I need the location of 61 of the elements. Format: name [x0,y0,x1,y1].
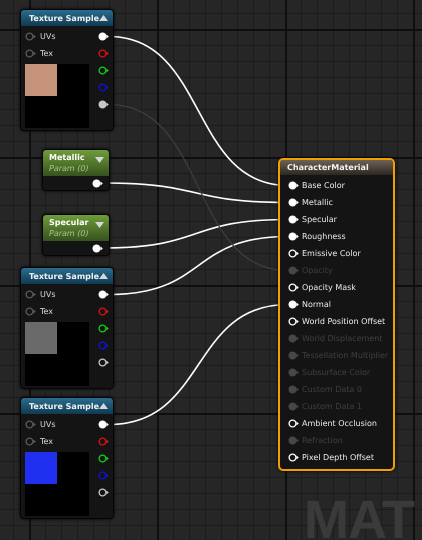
pin-icon[interactable] [98,324,109,333]
expand-icon[interactable] [95,222,104,228]
pin-label: Specular [302,215,337,224]
pin-label: World Position Offset [302,317,386,326]
pin-icon[interactable] [98,32,109,41]
parameter-node[interactable]: Specular Param (0) [42,214,110,256]
collapse-icon[interactable] [99,15,108,21]
pin-icon[interactable] [288,249,299,258]
node-header[interactable]: Texture Sample [21,268,113,284]
pin-icon[interactable] [98,420,109,429]
pin-label: Base Color [302,181,345,190]
pin-icon[interactable] [92,244,103,252]
node-header[interactable]: Texture Sample [21,398,113,414]
pin-label: UVs [40,290,56,299]
node-subtitle: Param (0) [49,229,89,238]
pin-label: Opacity Mask [302,283,356,292]
pin-icon[interactable] [288,232,299,241]
node-title: Texture Sample [29,272,100,280]
pin-label: Ambient Occlusion [302,419,377,428]
pin-icon[interactable] [288,283,299,292]
texture-node[interactable]: Texture Sample UVs Tex [20,397,114,519]
pin-label: Metallic [302,198,333,207]
pin-icon[interactable] [98,358,109,367]
collapse-icon[interactable] [99,273,108,279]
pin-label: Tex [40,437,54,446]
parameter-node[interactable]: Metallic Param (0) [42,149,110,191]
material-node[interactable] [278,158,395,471]
pin-label: UVs [40,420,56,429]
pin-icon[interactable] [288,300,299,309]
pin-icon[interactable] [98,488,109,497]
expand-icon[interactable] [95,157,104,163]
pin-icon[interactable] [98,454,109,463]
pin-icon[interactable] [92,178,103,188]
node-title: Specular [49,218,89,227]
collapse-icon[interactable] [99,403,108,409]
pin-icon[interactable] [288,198,299,207]
pin-label: Emissive Color [302,249,361,258]
pin-icon[interactable] [288,317,299,326]
node-title: Metallic [49,153,86,162]
node-header[interactable]: Metallic Param (0) [43,150,109,176]
pin-label: Normal [302,300,331,309]
pin-label: Roughness [302,232,346,241]
pin-label: UVs [40,32,56,41]
node-title: Texture Sample [29,14,100,22]
pin-icon[interactable] [288,453,299,462]
pin-label: Tex [40,49,54,58]
node-title: Texture Sample [29,402,100,410]
pin-label: Tex [40,307,54,316]
texture-node[interactable]: Texture Sample UVs Tex [20,9,114,131]
pin-icon[interactable] [98,290,109,299]
pin-icon[interactable] [98,66,109,75]
node-title[interactable]: CharacterMaterial [280,160,393,175]
node-subtitle: Param (0) [49,164,89,173]
node-header[interactable]: Specular Param (0) [43,215,109,241]
texture-node[interactable]: Texture Sample UVs Tex [20,267,114,389]
pin-label: Pixel Depth Offset [302,453,374,462]
pin-icon[interactable] [288,215,299,224]
pin-icon[interactable] [288,419,299,428]
node-header[interactable]: Texture Sample [21,10,113,26]
pin-icon[interactable] [288,181,299,190]
pin-icon[interactable] [98,100,109,109]
